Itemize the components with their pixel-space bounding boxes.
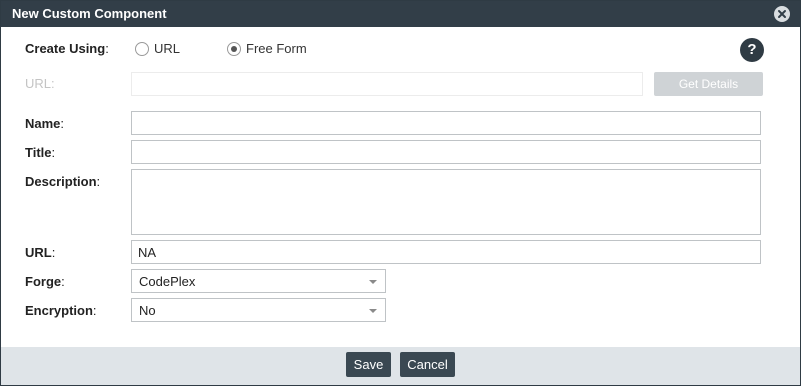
title-label: Title: bbox=[25, 145, 56, 160]
get-details-button[interactable]: Get Details bbox=[654, 72, 763, 96]
forge-selected-value: CodePlex bbox=[139, 274, 196, 289]
title-input[interactable] bbox=[131, 140, 761, 164]
dialog-title: New Custom Component bbox=[12, 6, 167, 21]
radio-free-form[interactable] bbox=[227, 42, 241, 56]
forge-select[interactable]: CodePlex bbox=[131, 269, 386, 293]
radio-url-label[interactable]: URL bbox=[154, 41, 180, 56]
encryption-label: Encryption: bbox=[25, 303, 97, 318]
encryption-select[interactable]: No bbox=[131, 298, 386, 322]
name-label: Name: bbox=[25, 116, 65, 131]
radio-selected-dot bbox=[231, 46, 237, 52]
name-input[interactable] bbox=[131, 111, 761, 135]
url-lookup-input[interactable] bbox=[131, 72, 643, 96]
radio-url[interactable] bbox=[135, 42, 149, 56]
url-lookup-label: URL: bbox=[25, 76, 55, 91]
save-button[interactable]: Save bbox=[346, 352, 391, 377]
description-label: Description: bbox=[25, 174, 101, 189]
chevron-down-icon bbox=[369, 280, 377, 284]
forge-label: Forge: bbox=[25, 274, 65, 289]
encryption-selected-value: No bbox=[139, 303, 156, 318]
chevron-down-icon bbox=[369, 309, 377, 313]
create-using-label: Create Using: bbox=[25, 41, 109, 56]
description-textarea[interactable] bbox=[131, 169, 761, 235]
dialog-titlebar: New Custom Component bbox=[1, 1, 800, 27]
url-label: URL: bbox=[25, 245, 56, 260]
url-input[interactable] bbox=[131, 240, 761, 264]
question-mark-icon[interactable]: ? bbox=[740, 38, 764, 62]
cancel-button[interactable]: Cancel bbox=[400, 352, 455, 377]
new-custom-component-dialog: New Custom Component Create Using: URL F… bbox=[0, 0, 801, 386]
radio-free-form-label[interactable]: Free Form bbox=[246, 41, 307, 56]
close-icon[interactable] bbox=[774, 6, 790, 22]
